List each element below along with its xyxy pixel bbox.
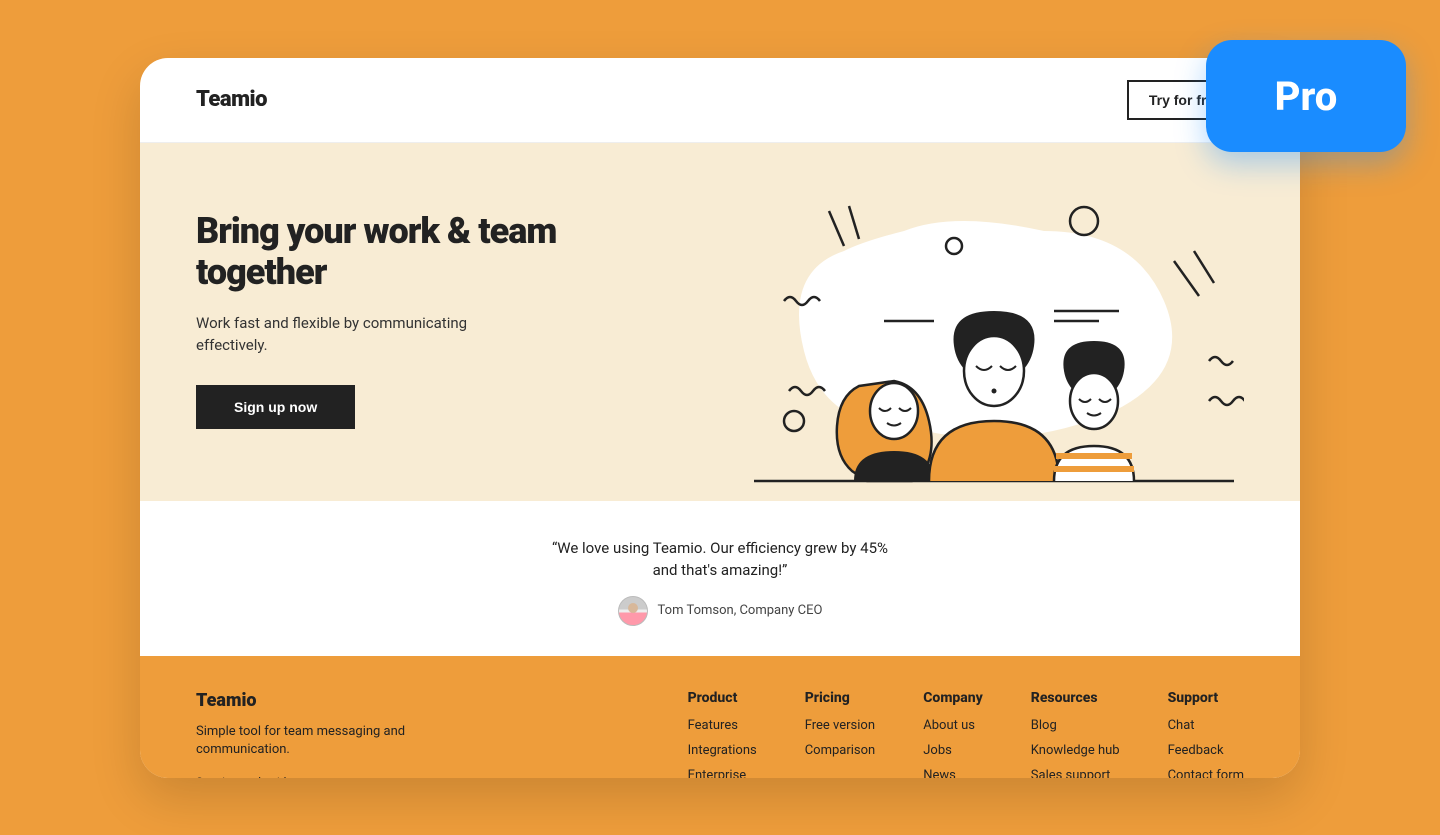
- sign-up-button[interactable]: Sign up now: [196, 385, 355, 429]
- footer-col-title: Resources: [1031, 690, 1120, 706]
- testimonial-section: “We love using Teamio. Our efficiency gr…: [140, 501, 1300, 656]
- footer-link[interactable]: News: [923, 768, 983, 778]
- footer-link[interactable]: Knowledge hub: [1031, 743, 1120, 758]
- logo: Teamio: [196, 87, 267, 112]
- pro-badge: Pro: [1206, 40, 1406, 152]
- footer-tagline: Simple tool for team messaging and commu…: [196, 723, 416, 759]
- footer-col-company: Company About us Jobs News: [923, 690, 983, 778]
- footer-link[interactable]: Blog: [1031, 718, 1120, 733]
- testimonial-author-row: Tom Tomson, Company CEO: [140, 596, 1300, 626]
- header: Teamio Try for free: [140, 58, 1300, 143]
- footer-col-title: Product: [688, 690, 757, 706]
- footer-link[interactable]: About us: [923, 718, 983, 733]
- footer-link[interactable]: Sales support: [1031, 768, 1120, 778]
- footer-link[interactable]: Features: [688, 718, 757, 733]
- footer-col-pricing: Pricing Free version Comparison: [805, 690, 876, 778]
- page-card: Teamio Try for free Bring your work & te…: [140, 58, 1300, 778]
- footer-col-title: Company: [923, 690, 983, 706]
- avatar-icon: [618, 596, 648, 626]
- footer-col-title: Pricing: [805, 690, 876, 706]
- hero-subtitle: Work fast and flexible by communicating …: [196, 313, 476, 357]
- footer-col-product: Product Features Integrations Enterprise: [688, 690, 757, 778]
- hero-illustration: [724, 191, 1244, 501]
- footer-link[interactable]: Enterprise: [688, 768, 757, 778]
- footer: Teamio Simple tool for team messaging an…: [140, 656, 1300, 778]
- footer-col-support: Support Chat Feedback Contact form: [1168, 690, 1244, 778]
- footer-link[interactable]: Feedback: [1168, 743, 1244, 758]
- footer-columns: Product Features Integrations Enterprise…: [688, 690, 1244, 778]
- hero-section: Bring your work & team together Work fas…: [140, 143, 1300, 501]
- footer-link[interactable]: Free version: [805, 718, 876, 733]
- hero-title: Bring your work & team together: [196, 211, 596, 294]
- hero-text: Bring your work & team together Work fas…: [196, 193, 596, 501]
- footer-col-resources: Resources Blog Knowledge hub Sales suppo…: [1031, 690, 1120, 778]
- testimonial-author: Tom Tomson, Company CEO: [658, 603, 823, 618]
- footer-stay-label: Stay in touch with us:: [196, 775, 416, 778]
- footer-link[interactable]: Integrations: [688, 743, 757, 758]
- footer-left: Teamio Simple tool for team messaging an…: [196, 690, 416, 778]
- footer-link[interactable]: Jobs: [923, 743, 983, 758]
- footer-link[interactable]: Comparison: [805, 743, 876, 758]
- footer-col-title: Support: [1168, 690, 1244, 706]
- footer-brand: Teamio: [196, 690, 416, 711]
- footer-link[interactable]: Chat: [1168, 718, 1244, 733]
- testimonial-quote: “We love using Teamio. Our efficiency gr…: [540, 537, 900, 582]
- footer-link[interactable]: Contact form: [1168, 768, 1244, 778]
